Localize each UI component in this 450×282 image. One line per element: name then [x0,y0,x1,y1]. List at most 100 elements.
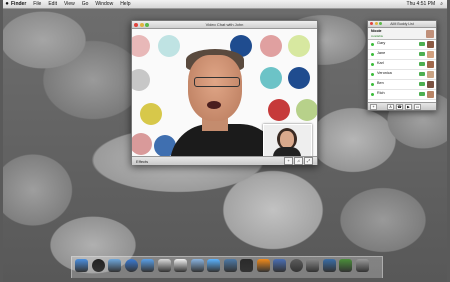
self-face [280,131,294,148]
avatar [427,91,434,98]
menu-bar: ● Finder File Edit View Go Window Help T… [3,0,447,9]
self-body [273,147,301,156]
text-chat-icon[interactable]: A [387,103,394,110]
video-chat-window: Video Chat with John Effects + ♫ ⤢ [131,20,318,165]
buddy-window-controls [370,22,384,25]
list-item[interactable]: Rich [368,90,436,100]
imovie-icon[interactable] [240,259,253,272]
zoom-icon[interactable] [145,22,149,27]
addressbook-icon[interactable] [157,259,171,272]
avatar [427,61,434,68]
menu-window[interactable]: Window [95,1,113,7]
my-avatar[interactable] [426,30,434,38]
effects-button[interactable]: Effects [136,159,148,164]
add-participant-icon[interactable]: + [284,157,293,165]
dashboard-icon[interactable] [91,259,105,272]
backdrop-dot [268,99,290,121]
trash-icon[interactable] [355,259,369,272]
self-view-preview[interactable] [263,124,312,156]
video-camera-icon[interactable] [419,72,425,76]
my-availability[interactable]: Available [371,34,383,38]
available-icon [371,73,374,76]
participant-glasses [194,77,240,87]
finder-icon[interactable] [75,259,88,272]
avatar [427,81,434,88]
mail-icon[interactable] [108,259,121,272]
participant-mouth [207,101,221,109]
close-icon[interactable] [370,22,373,25]
video-camera-icon[interactable] [419,42,425,46]
menu-view[interactable]: View [64,1,75,7]
safari-icon[interactable] [124,259,138,272]
dock-icons [75,259,372,272]
iphoto-icon[interactable] [223,259,237,272]
backdrop-dot [296,99,317,121]
backdrop-dot [260,35,282,57]
backdrop-dot [132,69,150,91]
menu-go[interactable]: Go [82,1,89,7]
my-status[interactable]: Nicole Available [368,28,436,40]
audio-chat-icon[interactable]: ☎ [396,103,403,110]
preview-icon[interactable] [190,259,204,272]
menu-edit[interactable]: Edit [48,1,57,7]
minimize-icon[interactable] [139,22,144,27]
available-icon [371,63,374,66]
buddy-name: Karl [377,61,384,65]
list-item[interactable]: Jane [368,50,436,60]
video-title-bar[interactable]: Video Chat with John [132,21,317,29]
spotlight-icon[interactable]: ⌕ [440,1,443,7]
video-camera-icon[interactable] [419,52,425,56]
menu-help[interactable]: Help [120,1,130,7]
buddy-list-window: AIM Buddy List Nicole Available Gary Jan… [367,20,437,111]
timemachine-icon[interactable] [289,259,303,272]
video-controls: + ♫ ⤢ [283,157,313,165]
zoom-icon[interactable] [379,22,382,25]
close-icon[interactable] [134,22,138,27]
video-camera-icon[interactable] [419,62,425,66]
documents-icon[interactable] [339,259,352,272]
list-item[interactable]: Veronica [368,70,436,80]
list-item[interactable]: Karl [368,60,436,70]
my-name: Nicole [371,29,382,33]
backdrop-dot [260,67,282,89]
minimize-icon[interactable] [374,22,378,25]
ichat-icon[interactable] [141,259,154,272]
menu-finder[interactable]: Finder [11,1,26,7]
add-buddy-icon[interactable]: + [370,103,377,110]
avatar [427,51,434,58]
menu-file[interactable]: File [33,1,41,7]
video-chat-icon[interactable]: ▶ [405,103,412,110]
video-window-title: Video Chat with John [205,22,244,27]
video-feed [132,29,317,156]
remote-participant [170,49,280,156]
downloads-icon[interactable] [322,259,336,272]
backdrop-dot [140,103,162,125]
avatar [427,71,434,78]
video-camera-icon[interactable] [419,82,425,86]
backdrop-dot [132,35,150,57]
buddy-name: Gary [377,41,386,45]
screen-share-icon[interactable]: ▭ [414,103,421,110]
backdrop-dot [288,67,310,89]
buddy-name: Jane [377,51,386,55]
ical-icon[interactable] [174,259,187,272]
buddy-name: Rich [377,91,385,95]
buddy-toolbar: + A ☎ ▶ ▭ [368,102,436,110]
available-icon [371,53,374,56]
video-camera-icon[interactable] [419,92,425,96]
buddy-rows: Gary Jane Karl Veronica Ben Rich [368,40,436,100]
buddy-title-bar[interactable]: AIM Buddy List [368,21,436,28]
mute-icon[interactable]: ♫ [294,157,303,165]
backdrop-dot [288,35,310,57]
clock[interactable]: Thu 4:51 PM [407,1,436,7]
desktop-frame: ● Finder File Edit View Go Window Help T… [3,0,447,282]
available-icon [371,83,374,86]
garageband-icon[interactable] [256,259,270,272]
list-item[interactable]: Gary [368,40,436,50]
fullscreen-icon[interactable]: ⤢ [304,157,313,165]
spaces-icon[interactable] [273,259,286,272]
systemprefs-icon[interactable] [306,259,319,272]
itunes-icon[interactable] [207,259,220,272]
list-item[interactable]: Ben [368,80,436,90]
apple-menu-icon[interactable]: ● [3,1,11,7]
